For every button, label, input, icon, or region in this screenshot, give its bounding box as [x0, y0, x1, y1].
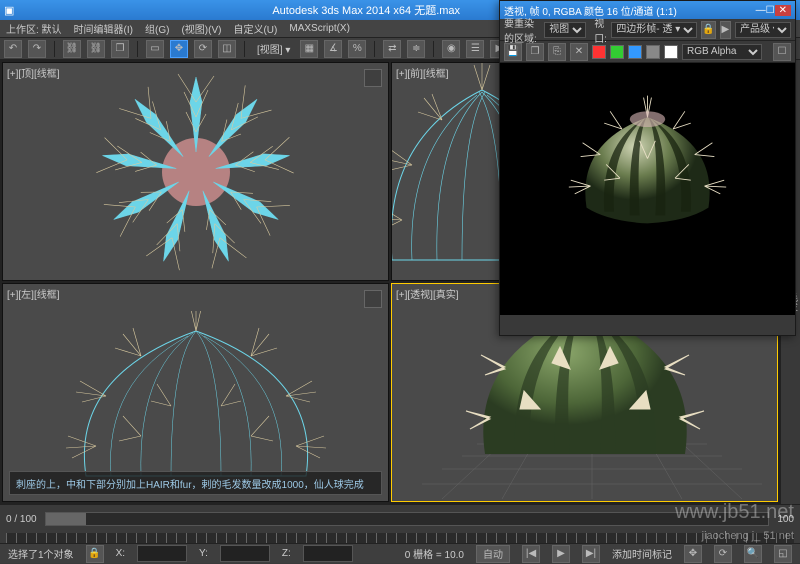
coord-dropdown[interactable]: [视图] ▾ [253, 41, 294, 56]
viewport-preset-dropdown[interactable]: 四边形帧- 透 ▾ [611, 22, 697, 38]
select-button[interactable]: ▭ [146, 40, 164, 58]
time-slider[interactable] [45, 512, 770, 526]
cactus-model-top [66, 62, 326, 281]
selection-status: 选择了1个对象 [8, 546, 74, 561]
coord-x-label: X: [116, 548, 125, 559]
coord-z-input[interactable] [303, 545, 353, 562]
align-button[interactable]: ≑ [407, 40, 425, 58]
frame-indicator: 0 / 100 [6, 514, 37, 525]
coord-z-label: Z: [282, 548, 291, 559]
mirror-button[interactable]: ⇄ [383, 40, 401, 58]
move-button[interactable]: ✥ [170, 40, 188, 58]
render-setup-button[interactable]: ☰ [466, 40, 484, 58]
area-dropdown[interactable]: 视图 [544, 22, 586, 38]
viewcube-icon[interactable] [364, 69, 382, 87]
nav-orbit-icon[interactable]: ⟳ [714, 545, 732, 563]
channel-blue-icon[interactable] [628, 45, 642, 59]
coord-y-label: Y: [199, 548, 208, 559]
coord-x-input[interactable] [137, 545, 187, 562]
percent-snap[interactable]: % [348, 40, 366, 58]
area-label: 要重染的区域: [504, 15, 540, 45]
frame-end: 100 [777, 514, 794, 525]
viewport-top[interactable]: [+][顶][线框] [2, 62, 389, 281]
lock-toggle-icon[interactable]: 🔒 [86, 545, 104, 563]
rotate-button[interactable]: ⟳ [194, 40, 212, 58]
rfw-clone-icon[interactable]: ⎘ [548, 43, 566, 61]
grid-status: 0 栅格 = 10.0 [405, 546, 464, 561]
rfw-copy-icon[interactable]: ❐ [526, 43, 544, 61]
menu-item[interactable]: 自定义(U) [233, 21, 277, 36]
viewport-label[interactable]: [+][透视][真实] [396, 286, 459, 301]
rfw-clear-icon[interactable]: ✕ [570, 43, 588, 61]
auto-key-button[interactable]: 自动 [476, 545, 510, 563]
render-preset-dropdown[interactable]: 产品级 ▾ [735, 22, 791, 38]
time-slider-row: 0 / 100 100 [0, 505, 800, 533]
rfw-maximize-button[interactable]: ☐ [766, 5, 775, 16]
scale-button[interactable]: ◫ [218, 40, 236, 58]
time-tag-label[interactable]: 添加时间标记 [612, 546, 672, 561]
menu-item[interactable]: (视图)(V) [181, 21, 221, 36]
separator [374, 41, 375, 57]
channel-green-icon[interactable] [610, 45, 624, 59]
material-editor-button[interactable]: ◉ [442, 40, 460, 58]
bind-button[interactable]: ❐ [111, 40, 129, 58]
workspace-label[interactable]: 上作区: 默认 [6, 21, 62, 36]
channel-dropdown[interactable]: RGB Alpha [682, 44, 762, 60]
track-bar[interactable] [6, 533, 794, 543]
menu-item[interactable]: MAXScript(X) [289, 23, 350, 34]
app-icon: ▣ [4, 4, 14, 17]
play-prev-icon[interactable]: |◀ [522, 545, 540, 563]
cactus-model-left [46, 311, 346, 491]
channel-red-icon[interactable] [592, 45, 606, 59]
viewport-label[interactable]: [+][顶][线框] [7, 65, 60, 80]
separator [54, 41, 55, 57]
rfw-close-button[interactable]: ✕ [775, 5, 791, 16]
snap-toggle[interactable]: ▦ [300, 40, 318, 58]
play-next-icon[interactable]: ▶| [582, 545, 600, 563]
rfw-minimize-button[interactable]: — [756, 5, 766, 16]
nav-pan-icon[interactable]: ✥ [684, 545, 702, 563]
viewport-label[interactable]: [+][左][线框] [7, 286, 60, 301]
play-icon[interactable]: ▶ [552, 545, 570, 563]
nav-zoom-icon[interactable]: 🔍 [744, 545, 762, 563]
watermark-sub: jiaocheng j_ 51 net [702, 530, 794, 542]
nav-max-icon[interactable]: ◱ [774, 545, 792, 563]
channel-alpha-icon[interactable] [646, 45, 660, 59]
viewport-label[interactable]: [+][前][线框] [396, 65, 449, 80]
viewcube-icon[interactable] [364, 290, 382, 308]
status-bar: 选择了1个对象 🔒 X: Y: Z: 0 栅格 = 10.0 自动 |◀ ▶ ▶… [0, 543, 800, 563]
angle-snap[interactable]: ∡ [324, 40, 342, 58]
vp-label: 视口: [594, 15, 607, 45]
channel-mono-icon[interactable] [664, 45, 678, 59]
render-frame-window[interactable]: 透视, 帧 0, RGBA 颜色 16 位/通道 (1:1) — ☐ ✕ 要重染… [499, 0, 796, 336]
separator [433, 41, 434, 57]
link-button[interactable]: ⛓ [63, 40, 81, 58]
render-output [500, 63, 795, 315]
menu-item[interactable]: 时间编辑器(I) [74, 21, 133, 36]
caption-overlay: 刺座的上，中和下部分别加上HAIR和fur，剌的毛发数量改成1000，仙人球完成 [9, 471, 382, 495]
menu-item[interactable]: 组(G) [145, 21, 169, 36]
separator [244, 41, 245, 57]
redo-button[interactable]: ↷ [28, 40, 46, 58]
viewport-left[interactable]: [+][左][线框] [2, 283, 389, 502]
rfw-save-icon[interactable]: 💾 [504, 43, 522, 61]
rfw-toggle-icon[interactable]: ☐ [773, 43, 791, 61]
unlink-button[interactable]: ⛓ [87, 40, 105, 58]
render-go-icon[interactable]: ▶ [720, 21, 731, 39]
render-lock-icon[interactable]: 🔒 [701, 21, 715, 39]
coord-y-input[interactable] [220, 545, 270, 562]
undo-button[interactable]: ↶ [4, 40, 22, 58]
separator [137, 41, 138, 57]
